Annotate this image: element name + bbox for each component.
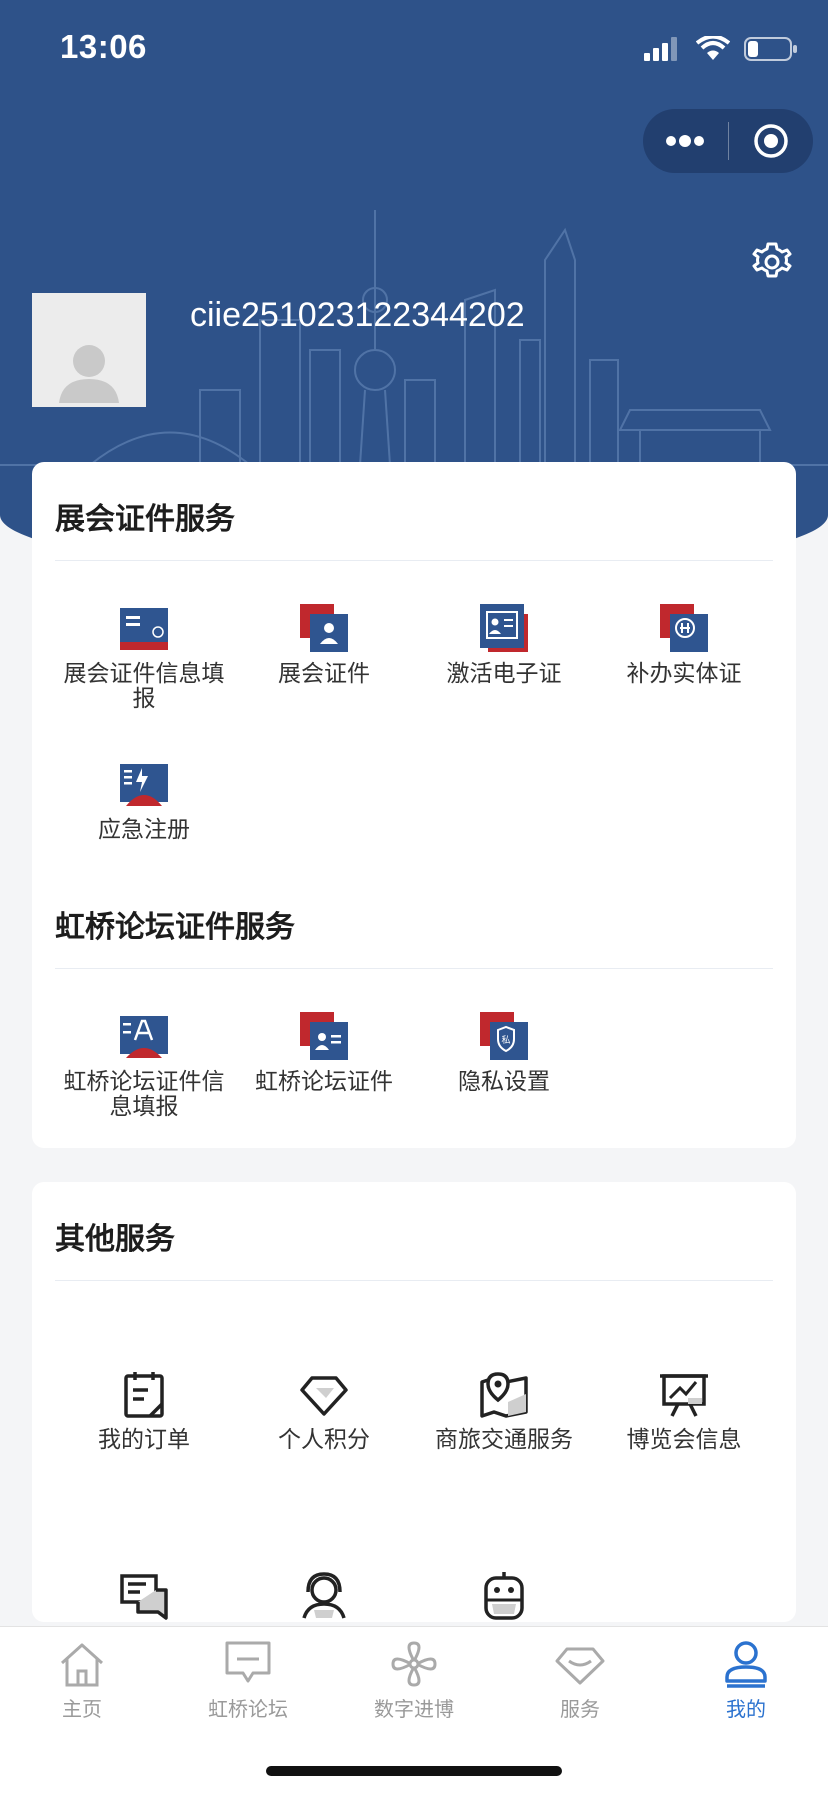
service-item-points[interactable]: 个人积分 [234,1368,414,1453]
service-item-travel[interactable]: 商旅交通服务 [414,1368,594,1453]
badge-card-icon [300,604,348,652]
privacy-icon: 私 [480,1012,528,1060]
close-miniprogram-button[interactable] [729,109,814,173]
status-time: 13:06 [60,28,147,65]
target-circle-icon [754,124,788,158]
home-indicator [266,1766,562,1776]
service-item-orders[interactable]: 我的订单 [54,1368,234,1453]
battery-icon [744,37,797,61]
person-icon [725,1641,767,1688]
service-item-expo-info[interactable]: 博览会信息 [594,1368,774,1453]
home-icon [60,1643,104,1687]
more-button[interactable] [643,109,728,173]
service-item-privacy[interactable]: 私 隐私设置 [414,1010,594,1095]
username: ciie251023122344202 [190,296,525,334]
other-services-card: 其他服务 我的订单 个人积分 商旅交通服务 博览会信息 [32,1182,796,1622]
service-item-badge-form[interactable]: 展会证件信息填报 [54,602,234,712]
tab-services[interactable]: 服务 [520,1639,640,1722]
service-item-forum-badge-form[interactable]: 虹桥论坛证件信息填报 [54,1010,234,1120]
presentation-icon [660,1374,708,1417]
tab-forum[interactable]: 虹桥论坛 [188,1639,308,1722]
service-item-reissue-badge[interactable]: 补办实体证 [594,602,774,687]
wifi-icon [696,36,730,60]
svg-text:私: 私 [501,1035,510,1046]
status-bar: 13:06 [0,0,828,100]
section-title-forum-services: 虹桥论坛证件服务 [55,910,295,945]
travel-map-icon [480,1372,528,1418]
robot-icon [484,1572,524,1620]
points-icon [300,1376,348,1416]
service-item-feedback[interactable] [54,1570,234,1630]
badge-form-icon [120,608,168,650]
feedback-icon [120,1574,168,1620]
activate-e-badge-icon [480,604,528,652]
forum-badge-icon [300,1012,348,1060]
service-item-robot[interactable] [414,1570,594,1630]
service-item-activate-e-badge[interactable]: 激活电子证 [414,602,594,687]
service-item-customer-service[interactable] [234,1570,414,1630]
more-dots-icon [666,135,705,147]
flower-icon [391,1641,437,1687]
tab-digital-expo[interactable]: 数字进博 [354,1639,474,1722]
reissue-badge-icon [660,604,708,652]
default-avatar-icon [59,345,119,403]
forum-icon [225,1641,271,1683]
emergency-register-icon [120,764,168,806]
tab-home[interactable]: 主页 [22,1639,142,1722]
section-title-other-services: 其他服务 [55,1222,175,1257]
tab-mine[interactable]: 我的 [686,1639,806,1722]
orders-icon [124,1372,164,1418]
forum-badge-form-icon [120,1016,168,1058]
badge-services-card: 展会证件服务 展会证件信息填报 展会证件 激活电子证 补办实体证 应急注册 虹桥… [32,462,796,1148]
settings-gear-icon[interactable] [750,240,794,284]
bottom-tab-bar: 主页 虹桥论坛 数字进博 服务 我的 [0,1626,828,1793]
service-item-forum-badge[interactable]: 虹桥论坛证件 [234,1010,414,1095]
service-item-badge[interactable]: 展会证件 [234,602,414,687]
customer-service-icon [302,1572,346,1619]
service-item-emergency-register[interactable]: 应急注册 [54,758,234,843]
cellular-signal-icon [644,37,677,61]
service-diamond-icon [555,1647,605,1685]
avatar[interactable] [32,293,146,407]
miniprogram-capsule [643,109,813,173]
section-title-badge-services: 展会证件服务 [55,502,235,537]
